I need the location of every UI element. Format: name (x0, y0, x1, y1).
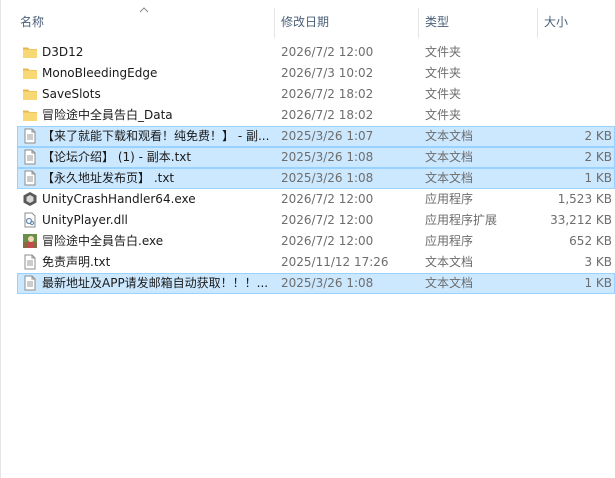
file-size: 33,212 KB (550, 213, 612, 227)
file-name: 免责声明.txt (42, 255, 111, 269)
file-type: 应用程序扩展 (425, 213, 498, 227)
file-modified-date: 2025/3/26 1:08 (281, 171, 374, 185)
file-size (538, 106, 612, 125)
file-type: 文本文档 (425, 129, 474, 143)
file-name: 【永久地址发布页】 .txt (42, 171, 175, 185)
file-name: UnityCrashHandler64.exe (42, 192, 196, 206)
file-modified-date: 2026/7/2 12:00 (281, 213, 374, 227)
file-name: 最新地址及APP请发邮箱自动获取！！！... (42, 276, 269, 290)
column-header-bar: 名称 修改日期 类型 大小 (1, 0, 615, 38)
file-row[interactable]: 冒险途中全員告白_Data 2026/7/2 18:02 文件夹 (17, 105, 615, 126)
folder-icon (22, 65, 38, 82)
file-name: D3D12 (42, 45, 84, 59)
column-header-type[interactable]: 类型 (419, 0, 537, 38)
file-row[interactable]: MonoBleedingEdge 2026/7/3 10:02 文件夹 (17, 63, 615, 84)
file-row[interactable]: 最新地址及APP请发邮箱自动获取！！！... 2025/3/26 1:08 文本文档… (17, 273, 615, 294)
file-name: MonoBleedingEdge (42, 66, 158, 80)
file-row[interactable]: 【永久地址发布页】 .txt 2025/3/26 1:08 文本文档 1 KB (17, 168, 615, 189)
folder-icon (22, 107, 38, 124)
text-file-icon (22, 149, 38, 166)
file-modified-date: 2025/3/26 1:08 (281, 276, 374, 290)
file-size (538, 85, 612, 104)
file-name: SaveSlots (42, 87, 101, 101)
file-size: 652 KB (569, 234, 612, 248)
file-name: 冒险途中全員告白_Data (42, 108, 173, 122)
file-modified-date: 2025/11/12 17:26 (281, 255, 389, 269)
file-row[interactable]: 【来了就能下载和观看！纯免费！】 - 副... 2025/3/26 1:07 文本文… (17, 126, 615, 147)
file-type: 文本文档 (425, 276, 474, 290)
file-modified-date: 2026/7/2 12:00 (281, 234, 374, 248)
file-type: 文件夹 (425, 108, 462, 122)
text-file-icon (22, 170, 38, 187)
file-size (538, 43, 612, 62)
file-size: 3 KB (584, 255, 612, 269)
folder-icon (22, 44, 38, 61)
file-modified-date: 2026/7/2 18:02 (281, 87, 374, 101)
file-modified-date: 2026/7/2 18:02 (281, 108, 374, 122)
file-name: 【来了就能下载和观看！纯免费！】 - 副... (42, 129, 270, 143)
file-type: 应用程序 (425, 234, 474, 248)
file-type: 文本文档 (425, 171, 474, 185)
folder-icon (22, 86, 38, 103)
file-row[interactable]: 冒险途中全員告白.exe 2026/7/2 12:00 应用程序 652 KB (17, 231, 615, 252)
file-row[interactable]: 免责声明.txt 2025/11/12 17:26 文本文档 3 KB (17, 252, 615, 273)
file-size (538, 64, 612, 83)
file-row[interactable]: UnityPlayer.dll 2026/7/2 12:00 应用程序扩展 33,21… (17, 210, 615, 231)
file-type: 文件夹 (425, 87, 462, 101)
file-modified-date: 2026/7/2 12:00 (281, 45, 374, 59)
file-type: 应用程序 (425, 192, 474, 206)
file-row[interactable]: UnityCrashHandler64.exe 2026/7/2 12:00 应用程… (17, 189, 615, 210)
unity-crash-handler-icon (22, 191, 38, 208)
file-name: 【论坛介绍】 (1) - 副本.txt (42, 150, 192, 164)
file-name: 冒险途中全員告白.exe (42, 234, 164, 248)
column-header-name[interactable]: 名称 (14, 0, 274, 38)
file-modified-date: 2026/7/3 10:02 (281, 66, 374, 80)
game-exe-icon (22, 233, 38, 250)
column-header-date[interactable]: 修改日期 (275, 0, 418, 38)
column-header-size[interactable]: 大小 (538, 0, 615, 38)
file-modified-date: 2025/3/26 1:08 (281, 150, 374, 164)
left-border (0, 0, 1, 478)
file-name: UnityPlayer.dll (42, 213, 128, 227)
file-type: 文本文档 (425, 255, 474, 269)
text-file-icon (22, 275, 38, 292)
file-row[interactable]: D3D12 2026/7/2 12:00 文件夹 (17, 42, 615, 63)
file-row[interactable]: 【论坛介绍】 (1) - 副本.txt 2025/3/26 1:08 文本文档 2 K… (17, 147, 615, 168)
file-type: 文件夹 (425, 66, 462, 80)
file-list: D3D12 2026/7/2 12:00 文件夹 MonoBleedingEdge 20… (17, 42, 615, 294)
file-modified-date: 2025/3/26 1:07 (281, 129, 374, 143)
dll-file-icon (22, 212, 38, 229)
file-type: 文本文档 (425, 150, 474, 164)
text-file-icon (22, 128, 38, 145)
file-size: 1 KB (584, 171, 612, 185)
file-type: 文件夹 (425, 45, 462, 59)
file-row[interactable]: SaveSlots 2026/7/2 18:02 文件夹 (17, 84, 615, 105)
text-file-icon (22, 254, 38, 271)
file-size: 2 KB (584, 150, 612, 164)
file-modified-date: 2026/7/2 12:00 (281, 192, 374, 206)
file-size: 1 KB (584, 276, 612, 290)
file-size: 2 KB (584, 129, 612, 143)
file-size: 1,523 KB (557, 192, 612, 206)
